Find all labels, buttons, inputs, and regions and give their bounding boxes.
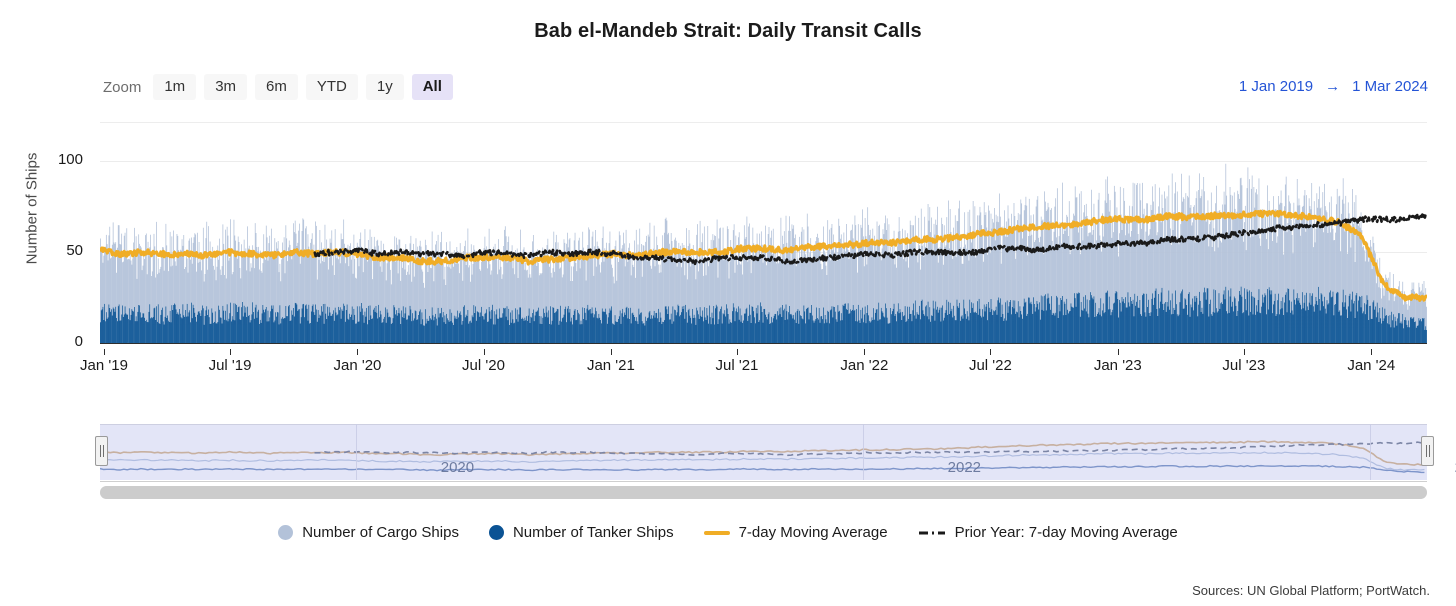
navigator-scrollbar-track[interactable]	[100, 486, 1427, 499]
y-tick-label: 0	[43, 333, 83, 350]
chart-credits: Sources: UN Global Platform; PortWatch.	[1192, 583, 1430, 598]
legend-label: Number of Cargo Ships	[302, 524, 459, 541]
x-tick-label: Jan '21	[587, 357, 635, 374]
navigator-selection-mask[interactable]	[100, 424, 1427, 480]
range-selector-label: Zoom	[103, 79, 141, 96]
navigator-handle-right[interactable]	[1421, 436, 1434, 466]
x-tick-label: Jul '21	[716, 357, 759, 374]
x-tick-mark	[737, 349, 738, 355]
x-tick-label: Jan '22	[840, 357, 888, 374]
plot-area[interactable]	[100, 143, 1427, 343]
x-tick-mark	[1244, 349, 1245, 355]
x-axis-line	[100, 343, 1427, 344]
range-to-date[interactable]: 1 Mar 2024	[1352, 78, 1428, 95]
chart-container: Bab el-Mandeb Strait: Daily Transit Call…	[0, 0, 1456, 606]
x-tick-mark	[611, 349, 612, 355]
navigator-year-separator	[356, 424, 357, 480]
range-arrow-icon: →	[1325, 78, 1340, 95]
navigator-handle-left[interactable]	[95, 436, 108, 466]
x-tick-label: Jul '22	[969, 357, 1012, 374]
legend-item-2[interactable]: 7-day Moving Average	[704, 524, 888, 541]
legend-label: 7-day Moving Average	[739, 524, 888, 541]
navigator[interactable]: 202020222024	[100, 424, 1427, 482]
range-button-1m[interactable]: 1m	[153, 74, 196, 100]
navigator-scrollbar-thumb[interactable]	[100, 486, 1427, 499]
legend-label: Prior Year: 7-day Moving Average	[955, 524, 1178, 541]
x-tick-mark	[864, 349, 865, 355]
x-tick-mark	[357, 349, 358, 355]
x-tick-mark	[230, 349, 231, 355]
legend: Number of Cargo Ships Number of Tanker Sh…	[0, 524, 1456, 541]
range-button-3m[interactable]: 3m	[204, 74, 247, 100]
x-tick-mark	[104, 349, 105, 355]
header-divider	[100, 122, 1427, 123]
tanker-ships-columns	[100, 287, 1427, 343]
x-tick-mark	[484, 349, 485, 355]
legend-line-icon	[704, 531, 730, 535]
navigator-year-separator	[863, 424, 864, 480]
x-tick-label: Jul '23	[1222, 357, 1265, 374]
legend-dot-icon	[489, 525, 504, 540]
legend-dot-icon	[278, 525, 293, 540]
x-axis-ticks: Jan '19 Jul '19 Jan '20 Jul '20 Jan '21 Jul '…	[0, 349, 1456, 379]
x-tick-label: Jul '20	[462, 357, 505, 374]
y-tick-label: 50	[43, 242, 83, 259]
series-canvas	[100, 143, 1427, 343]
y-axis-title: Number of Ships	[24, 119, 41, 299]
x-tick-label: Jan '23	[1094, 357, 1142, 374]
legend-item-3[interactable]: Prior Year: 7-day Moving Average	[918, 524, 1178, 541]
x-tick-label: Jan '24	[1347, 357, 1395, 374]
navigator-year-label: 2020	[441, 459, 474, 476]
navigator-year-label: 2022	[948, 459, 981, 476]
legend-label: Number of Tanker Ships	[513, 524, 674, 541]
page-title: Bab el-Mandeb Strait: Daily Transit Call…	[0, 20, 1456, 43]
legend-dash-line-icon	[918, 527, 946, 539]
date-range-inputs: 1 Jan 2019 → 1 Mar 2024	[1239, 78, 1428, 95]
x-tick-mark	[990, 349, 991, 355]
range-selector: Zoom 1m 3m 6m YTD 1y All	[103, 74, 453, 100]
x-tick-label: Jul '19	[209, 357, 252, 374]
range-button-all[interactable]: All	[412, 74, 453, 100]
range-button-ytd[interactable]: YTD	[306, 74, 358, 100]
legend-item-0[interactable]: Number of Cargo Ships	[278, 524, 459, 541]
legend-item-1[interactable]: Number of Tanker Ships	[489, 524, 674, 541]
x-tick-label: Jan '19	[80, 357, 128, 374]
x-tick-label: Jan '20	[333, 357, 381, 374]
y-tick-label: 100	[43, 151, 83, 168]
x-tick-mark	[1118, 349, 1119, 355]
y-axis-ticks: 0 50 100	[43, 0, 83, 400]
x-tick-mark	[1371, 349, 1372, 355]
range-from-date[interactable]: 1 Jan 2019	[1239, 78, 1313, 95]
range-button-1y[interactable]: 1y	[366, 74, 404, 100]
navigator-year-separator	[1370, 424, 1371, 480]
range-button-6m[interactable]: 6m	[255, 74, 298, 100]
